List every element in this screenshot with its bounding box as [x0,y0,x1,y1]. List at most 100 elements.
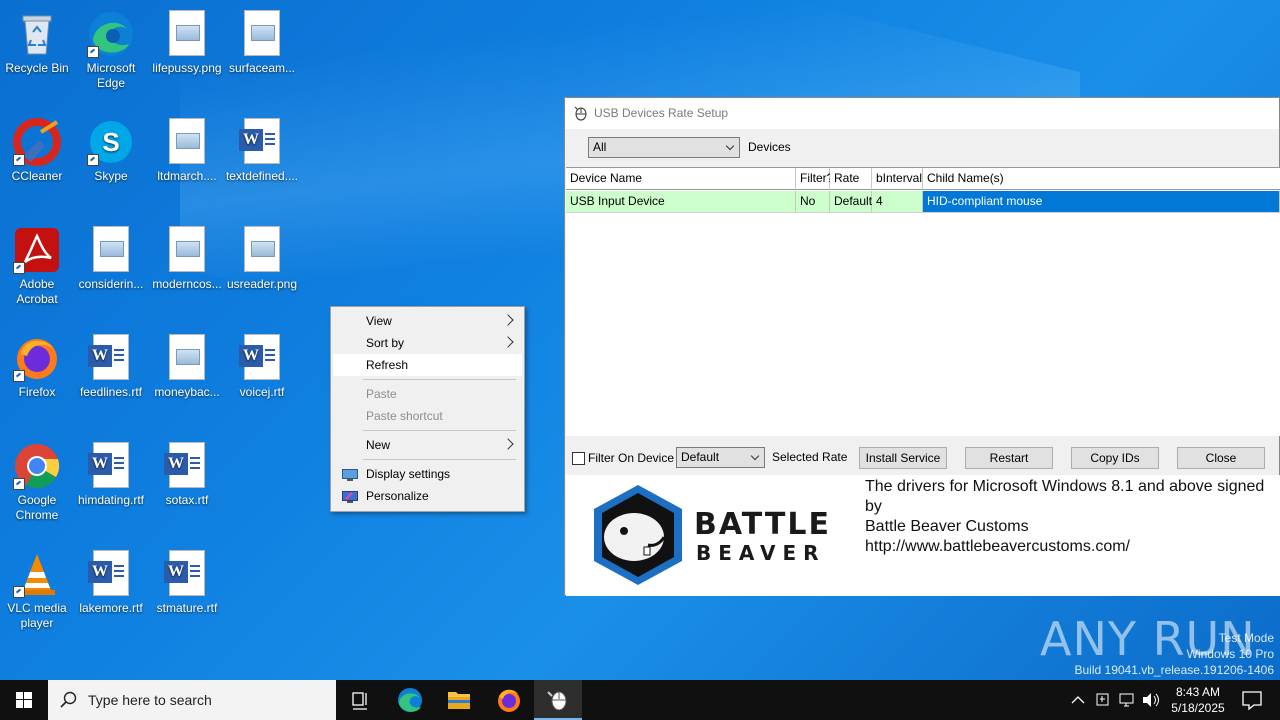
table-cell-rate[interactable]: Default [830,191,872,213]
restart-button[interactable]: Restart [965,447,1053,469]
device-filter-select[interactable]: All [588,137,740,158]
desktop-icon-file[interactable]: W lakemore.rtf [74,544,148,616]
column-header-device-name[interactable]: Device Name [566,168,796,190]
start-button[interactable] [0,680,48,720]
window-titlebar[interactable]: USB Devices Rate Setup [565,98,1279,129]
network-icon [1119,693,1134,707]
search-icon [60,691,77,708]
column-header-child-names[interactable]: Child Name(s) [923,168,1280,190]
close-button[interactable]: Close [1177,447,1265,469]
install-service-button[interactable]: Install Service [859,447,947,469]
menu-item-label: Paste shortcut [366,409,443,423]
taskbar-firefox[interactable] [485,680,533,720]
menu-item-paste-shortcut[interactable]: Paste shortcut [333,405,522,427]
image-file-icon [93,226,129,272]
icon-label: sotax.rtf [165,493,209,507]
edge-icon [87,10,135,58]
show-hidden-icons-button[interactable] [1068,680,1088,720]
shortcut-arrow-icon [13,154,25,166]
windows-logo-icon [16,692,32,708]
menu-item-label: Personalize [366,489,429,503]
rate-select-value: Default [681,450,720,464]
notification-icon [1242,691,1262,711]
desktop-icon-file[interactable]: W stmature.rtf [150,544,224,616]
menu-item-label: View [366,314,392,328]
desktop-icon-file[interactable]: moneybac... [150,328,224,400]
column-header-rate[interactable]: Rate [830,168,872,190]
desktop-icon-file[interactable]: W himdating.rtf [74,436,148,508]
tray-volume[interactable] [1140,680,1162,720]
icon-label: surfaceam... [228,61,296,75]
search-placeholder: Type here to search [88,692,212,708]
rate-select[interactable]: Default [676,447,765,468]
menu-item-display-settings[interactable]: Display settings [333,463,522,485]
menu-item-paste[interactable]: Paste [333,383,522,405]
icon-label: textdefined.... [225,169,299,183]
tray-defender[interactable] [1092,680,1114,720]
column-header-filter[interactable]: Filter? [796,168,833,190]
task-view-button[interactable] [336,680,384,720]
taskbar-usb-rate-setup[interactable] [534,680,582,720]
menu-separator [363,430,516,431]
tray-network[interactable] [1116,680,1138,720]
table-cell-binterval[interactable]: 4 [872,191,923,213]
desktop-icon-firefox[interactable]: Firefox [0,328,74,400]
shortcut-arrow-icon [87,46,99,58]
svg-text:S: S [102,127,119,157]
menu-item-sort-by[interactable]: Sort by [333,332,522,354]
desktop-icon-file[interactable]: usreader.png [225,220,299,292]
desktop-icon-skype[interactable]: S Skype [74,112,148,184]
image-file-icon [169,226,205,272]
desktop-icon-vlc[interactable]: VLC media player [0,544,74,631]
copy-ids-button[interactable]: Copy IDs [1071,447,1159,469]
mouse-app-icon [547,691,567,711]
menu-item-view[interactable]: View [333,310,522,332]
menu-item-refresh[interactable]: Refresh [333,354,522,376]
driver-info-link[interactable]: http://www.battlebeavercustoms.com/ [865,537,1280,557]
taskbar-file-explorer[interactable] [435,680,483,720]
taskbar-search-box[interactable]: Type here to search [48,680,336,720]
watermark-line: Test Mode [1218,631,1274,645]
word-document-icon: W [88,550,129,596]
driver-info: The drivers for Microsoft Windows 8.1 an… [865,477,1280,557]
word-document-icon: W [239,118,280,164]
desktop-icon-file[interactable]: W feedlines.rtf [74,328,148,400]
table-cell-filter[interactable]: No [796,191,830,213]
desktop-icon-google-chrome[interactable]: Google Chrome [0,436,74,523]
ccleaner-icon [13,118,61,166]
action-center-button[interactable] [1232,680,1272,720]
desktop-icon-microsoft-edge[interactable]: Microsoft Edge [74,4,148,91]
filter-on-device-checkbox[interactable] [572,452,585,465]
desktop-icon-file[interactable]: moderncos... [150,220,224,292]
desktop-icon-file[interactable]: W voicej.rtf [225,328,299,400]
desktop-icon-file[interactable]: W textdefined.... [225,112,299,184]
menu-item-new[interactable]: New [333,434,522,456]
column-header-binterval[interactable]: bInterval [872,168,923,190]
desktop-icon-adobe-acrobat[interactable]: Adobe Acrobat [0,220,74,307]
icon-label: ltdmarch.... [157,169,217,183]
desktop-icon-ccleaner[interactable]: CCleaner [0,112,74,184]
shortcut-arrow-icon [13,370,25,382]
desktop-icon-file[interactable]: surfaceam... [225,4,299,76]
taskbar: Type here to search 8:43 AM 5/18/2025 [0,680,1280,720]
menu-separator [363,459,516,460]
icon-label: moderncos... [152,277,222,291]
desktop-icon-file[interactable]: considerin... [74,220,148,292]
desktop-icon-file[interactable]: ltdmarch.... [150,112,224,184]
desktop-icon-recycle-bin[interactable]: Recycle Bin [0,4,74,76]
menu-item-personalize[interactable]: Personalize [333,485,522,507]
taskbar-edge[interactable] [386,680,434,720]
desktop-icon-file[interactable]: lifepussy.png [150,4,224,76]
image-file-icon [169,334,205,380]
icon-label: usreader.png [226,277,298,291]
table-cell-device-name[interactable]: USB Input Device [566,191,796,213]
acrobat-icon [13,226,61,274]
word-document-icon: W [239,334,280,380]
icon-label: Recycle Bin [5,61,69,75]
chevron-right-icon [502,314,514,326]
taskbar-clock[interactable]: 8:43 AM 5/18/2025 [1160,684,1236,716]
table-cell-child-names[interactable]: HID-compliant mouse [923,191,1280,213]
chevron-right-icon [502,336,514,348]
desktop-icon-file[interactable]: W sotax.rtf [150,436,224,508]
clock-date: 5/18/2025 [1171,701,1225,715]
